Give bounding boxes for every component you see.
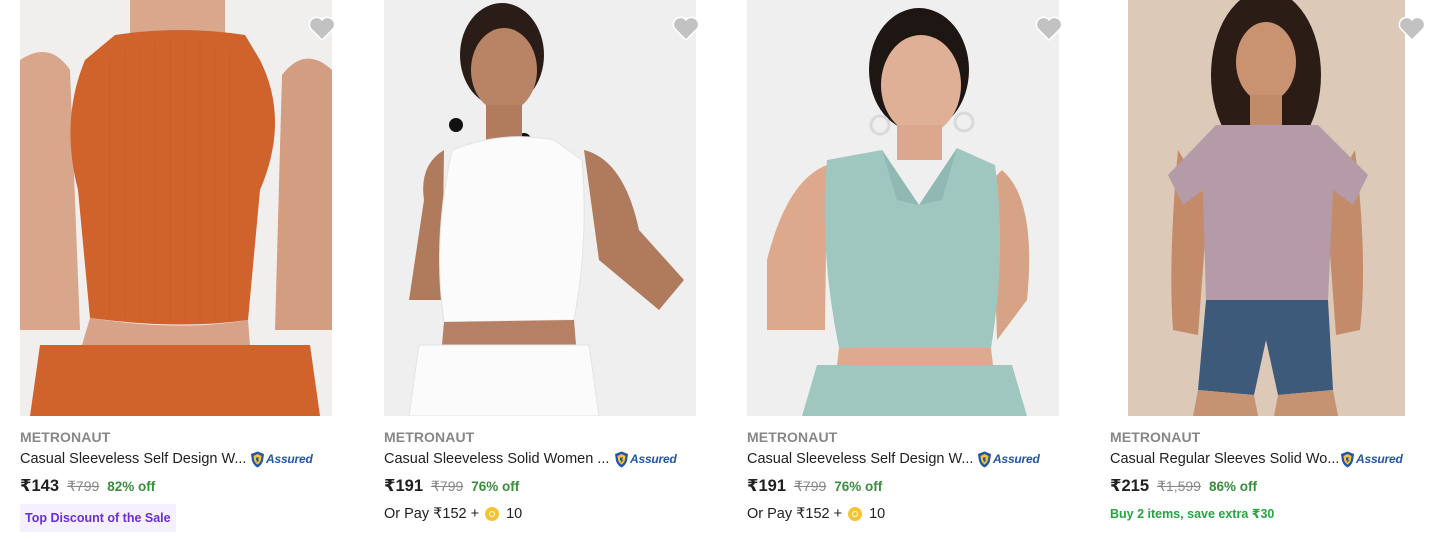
product-title[interactable]: Casual Sleeveless Solid Women ... — [384, 451, 612, 467]
supercoin-count: 10 — [506, 506, 523, 522]
top-discount-badge: Top Discount of the Sale — [20, 504, 176, 532]
price-row: ₹191 ₹799 76% off — [384, 476, 519, 496]
product-title[interactable]: Casual Sleeveless Self Design W... — [20, 451, 248, 467]
flipkart-assured-shield-icon — [978, 451, 991, 467]
brand-name: METRONAUT — [384, 429, 475, 445]
wishlist-heart-icon[interactable] — [308, 16, 336, 42]
product-grid: METRONAUT Casual Sleeveless Self Design … — [0, 0, 1450, 540]
title-row: Casual Sleeveless Self Design W... Assur… — [747, 449, 1040, 469]
title-row: Casual Sleeveless Self Design W... Assur… — [20, 449, 313, 469]
selling-price: ₹191 — [384, 477, 424, 495]
assured-label: Assured — [993, 452, 1040, 466]
product-image[interactable] — [1128, 0, 1405, 416]
assured-badge: Assured — [1340, 451, 1403, 468]
brand-name: METRONAUT — [1110, 429, 1201, 445]
supercoin-icon — [485, 507, 500, 521]
garment — [70, 30, 275, 325]
product-title[interactable]: Casual Regular Sleeves Solid Wo... — [1110, 451, 1338, 467]
product-image[interactable] — [20, 0, 332, 416]
supercoin-pay-row: Or Pay ₹152 + 10 — [747, 504, 885, 524]
bundle-offer-text: Buy 2 items, save extra ₹30 — [1110, 507, 1275, 521]
flipkart-assured-shield-icon — [251, 451, 264, 467]
discount-percent: 76% off — [834, 479, 883, 494]
flipkart-assured-shield-icon — [615, 451, 628, 467]
assured-label: Assured — [1356, 452, 1403, 466]
original-price: ₹1,599 — [1157, 478, 1201, 494]
product-card[interactable]: METRONAUT Casual Sleeveless Self Design … — [747, 0, 1077, 540]
price-row: ₹215 ₹1,599 86% off — [1110, 476, 1257, 496]
wishlist-heart-icon[interactable] — [1398, 16, 1426, 42]
discount-percent: 86% off — [1208, 479, 1257, 494]
product-card[interactable]: METRONAUT Casual Regular Sleeves Solid W… — [1110, 0, 1440, 540]
selling-price: ₹215 — [1110, 477, 1150, 495]
supercoin-count: 10 — [869, 506, 886, 522]
assured-badge: Assured — [250, 451, 313, 468]
wishlist-heart-icon[interactable] — [1035, 16, 1063, 42]
assured-label: Assured — [266, 452, 313, 466]
title-row: Casual Sleeveless Solid Women ... Assure… — [384, 449, 677, 469]
discount-percent: 82% off — [107, 479, 156, 494]
supercoin-pay-row: Or Pay ₹152 + 10 — [384, 504, 522, 524]
original-price: ₹799 — [794, 478, 827, 494]
wishlist-heart-icon[interactable] — [672, 16, 700, 42]
pay-with-coins-text: Or Pay ₹152 + — [747, 506, 843, 522]
assured-badge: Assured — [614, 451, 677, 468]
flipkart-assured-shield-icon — [1341, 451, 1354, 467]
price-row: ₹191 ₹799 76% off — [747, 476, 882, 496]
brand-name: METRONAUT — [20, 429, 111, 445]
product-title[interactable]: Casual Sleeveless Self Design W... — [747, 451, 975, 467]
product-image[interactable] — [384, 0, 696, 416]
product-image[interactable] — [747, 0, 1059, 416]
price-row: ₹143 ₹799 82% off — [20, 476, 155, 496]
pay-with-coins-text: Or Pay ₹152 + — [384, 506, 480, 522]
brand-name: METRONAUT — [747, 429, 838, 445]
product-card[interactable]: METRONAUT Casual Sleeveless Solid Women … — [384, 0, 714, 540]
product-card[interactable]: METRONAUT Casual Sleeveless Self Design … — [20, 0, 350, 540]
selling-price: ₹143 — [20, 477, 60, 495]
garment — [439, 136, 585, 323]
selling-price: ₹191 — [747, 477, 787, 495]
assured-label: Assured — [630, 452, 677, 466]
supercoin-icon — [848, 507, 863, 521]
original-price: ₹799 — [431, 478, 464, 494]
original-price: ₹799 — [67, 478, 100, 494]
title-row: Casual Regular Sleeves Solid Wo... Assur… — [1110, 449, 1403, 469]
assured-badge: Assured — [977, 451, 1040, 468]
discount-percent: 76% off — [471, 479, 520, 494]
